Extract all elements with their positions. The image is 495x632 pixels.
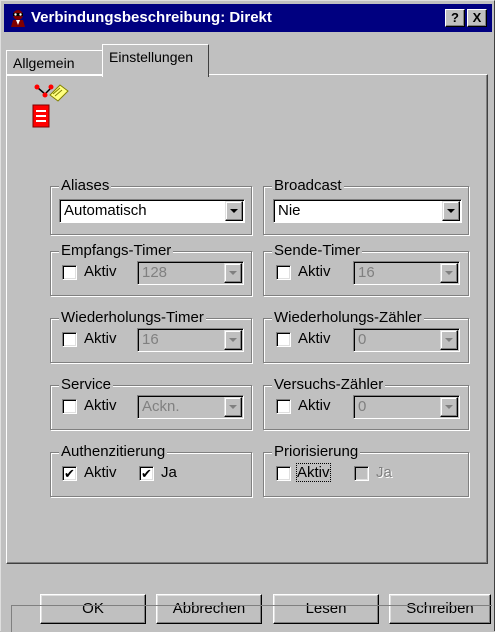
group-versuchs-zaehler-label: Versuchs-Zähler (272, 376, 386, 394)
help-button[interactable]: ? (445, 9, 465, 27)
group-broadcast: Broadcast Nie (263, 177, 469, 235)
empfangs-timer-value: 128 (142, 264, 168, 281)
chevron-down-icon[interactable] (440, 263, 458, 283)
sende-timer-combo[interactable]: 16 (353, 261, 460, 285)
group-sende-timer-label: Sende-Timer (272, 242, 363, 260)
group-wiederholungs-timer: Wiederholungs-Timer Aktiv 16 (50, 309, 252, 363)
versuchs-zaehler-aktiv-checkbox[interactable] (276, 399, 291, 414)
service-aktiv-label[interactable]: Aktiv (84, 397, 117, 414)
wiederholungs-timer-aktiv-checkbox[interactable] (62, 332, 77, 347)
priorisierung-ja-checkbox[interactable] (354, 466, 369, 481)
empfangs-timer-aktiv-checkbox[interactable] (62, 265, 77, 280)
group-wiederholungs-zaehler-label: Wiederholungs-Zähler (272, 309, 424, 327)
group-priorisierung: Priorisierung Aktiv Ja (263, 443, 469, 497)
tab-einstellungen[interactable]: Einstellungen (102, 44, 209, 77)
dialog-window: Verbindungsbeschreibung: Direkt ? X Allg… (0, 0, 495, 632)
group-service-label: Service (59, 376, 114, 394)
group-priorisierung-label: Priorisierung (272, 443, 361, 461)
service-value: Ackn. (142, 398, 180, 415)
connection-settings-icon (31, 83, 73, 131)
group-aliases: Aliases Automatisch (50, 177, 252, 235)
status-bar (11, 605, 492, 632)
authenzitierung-aktiv-label[interactable]: Aktiv (84, 464, 117, 481)
wiederholungs-timer-aktiv-label[interactable]: Aktiv (84, 330, 117, 347)
versuchs-zaehler-aktiv-label[interactable]: Aktiv (298, 397, 331, 414)
service-combo[interactable]: Ackn. (137, 395, 244, 419)
aliases-combo[interactable]: Automatisch (59, 199, 245, 223)
title-bar[interactable]: Verbindungsbeschreibung: Direkt ? X (4, 4, 492, 32)
authenzitierung-ja-label[interactable]: Ja (161, 464, 177, 481)
wiederholungs-zaehler-value: 0 (358, 331, 367, 348)
connection-spy-icon (9, 9, 27, 27)
wiederholungs-timer-value: 16 (142, 331, 159, 348)
tab-allgemein-label: Allgemein (13, 55, 75, 71)
versuchs-zaehler-value: 0 (358, 398, 367, 415)
broadcast-value: Nie (278, 202, 301, 219)
chevron-down-icon[interactable] (225, 201, 243, 221)
versuchs-zaehler-combo[interactable]: 0 (353, 395, 460, 419)
group-wiederholungs-timer-label: Wiederholungs-Timer (59, 309, 206, 327)
close-button[interactable]: X (467, 9, 487, 27)
chevron-down-icon[interactable] (224, 397, 242, 417)
empfangs-timer-aktiv-label[interactable]: Aktiv (84, 263, 117, 280)
authenzitierung-aktiv-checkbox[interactable]: ✔ (62, 466, 77, 481)
group-empfangs-timer: Empfangs-Timer Aktiv 128 (50, 242, 252, 296)
sende-timer-aktiv-checkbox[interactable] (276, 265, 291, 280)
chevron-down-icon[interactable] (440, 397, 458, 417)
window-title: Verbindungsbeschreibung: Direkt (31, 9, 272, 26)
group-service: Service Aktiv Ackn. (50, 376, 252, 430)
group-empfangs-timer-label: Empfangs-Timer (59, 242, 174, 260)
wiederholungs-zaehler-aktiv-label[interactable]: Aktiv (298, 330, 331, 347)
sende-timer-value: 16 (358, 264, 375, 281)
service-aktiv-checkbox[interactable] (62, 399, 77, 414)
group-aliases-label: Aliases (59, 177, 112, 195)
sende-timer-aktiv-label[interactable]: Aktiv (298, 263, 331, 280)
tab-allgemein[interactable]: Allgemein (6, 50, 103, 76)
priorisierung-aktiv-label[interactable]: Aktiv (296, 463, 331, 482)
group-authenzitierung: Authenzitierung ✔ Aktiv ✔ Ja (50, 443, 252, 497)
chevron-down-icon[interactable] (440, 330, 458, 350)
priorisierung-aktiv-checkbox[interactable] (276, 466, 291, 481)
chevron-down-icon[interactable] (224, 330, 242, 350)
authenzitierung-ja-checkbox[interactable]: ✔ (139, 466, 154, 481)
group-sende-timer: Sende-Timer Aktiv 16 (263, 242, 469, 296)
check-mark-icon: ✔ (141, 466, 152, 481)
chevron-down-icon[interactable] (224, 263, 242, 283)
wiederholungs-timer-combo[interactable]: 16 (137, 328, 244, 352)
group-versuchs-zaehler: Versuchs-Zähler Aktiv 0 (263, 376, 469, 430)
aliases-value: Automatisch (64, 202, 147, 219)
broadcast-combo[interactable]: Nie (273, 199, 462, 223)
check-mark-icon: ✔ (64, 466, 75, 481)
group-wiederholungs-zaehler: Wiederholungs-Zähler Aktiv 0 (263, 309, 469, 363)
priorisierung-ja-label: Ja (376, 464, 392, 481)
wiederholungs-zaehler-combo[interactable]: 0 (353, 328, 460, 352)
tab-einstellungen-label: Einstellungen (109, 49, 194, 65)
empfangs-timer-combo[interactable]: 128 (137, 261, 244, 285)
group-broadcast-label: Broadcast (272, 177, 344, 195)
group-authenzitierung-label: Authenzitierung (59, 443, 168, 461)
chevron-down-icon[interactable] (442, 201, 460, 221)
wiederholungs-zaehler-aktiv-checkbox[interactable] (276, 332, 291, 347)
